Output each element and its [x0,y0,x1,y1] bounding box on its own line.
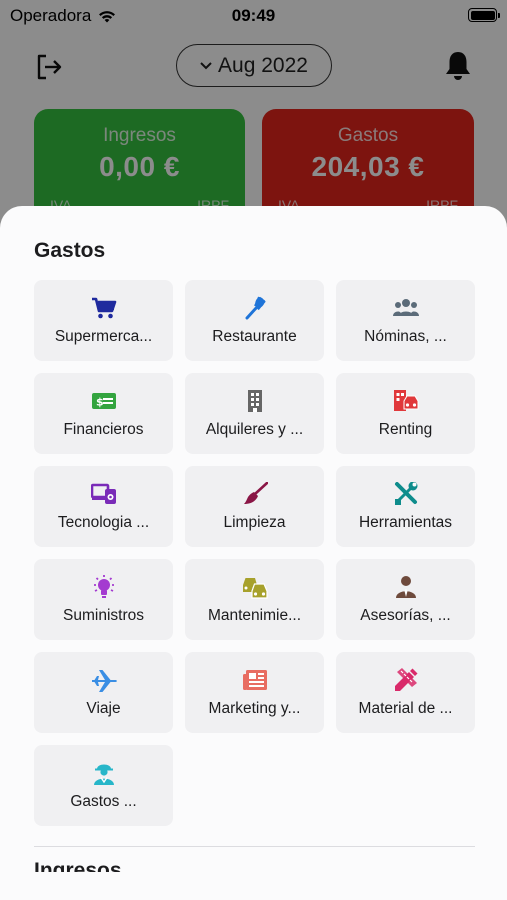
building-icon [242,389,268,413]
worker-icon [91,761,117,785]
category-label: Suministros [63,606,144,624]
lightbulb-icon [91,574,117,599]
category-tile[interactable]: Restaurante [185,280,324,361]
category-label: Renting [378,420,433,438]
category-tile[interactable]: Asesorías, ... [336,559,475,640]
category-label: Material de ... [358,699,453,717]
devices-icon [90,482,117,506]
category-tile[interactable]: Renting [336,373,475,454]
category-bottom-sheet: Gastos Supermerca... Restaurante Nóminas, … [0,206,507,900]
section-divider [34,846,475,847]
category-grid: Supermerca... Restaurante Nóminas, ... $ Fin… [34,280,475,826]
advisor-icon [393,575,419,599]
category-tile[interactable]: Viaje [34,652,173,733]
category-tile[interactable]: Mantenimie... [185,559,324,640]
category-tile[interactable]: Nóminas, ... [336,280,475,361]
category-label: Limpieza [223,513,286,531]
newspaper-icon [242,668,268,692]
category-tile[interactable]: Alquileres y ... [185,373,324,454]
sheet-title: Gastos [34,239,106,262]
category-label: Tecnologia ... [57,513,150,531]
next-section-title: Ingresos [34,859,122,872]
fork-icon [242,296,268,320]
cars-icon [242,575,268,599]
svg-text:$: $ [96,395,104,408]
category-tile[interactable]: Supermerca... [34,280,173,361]
category-tile[interactable]: $ Financieros [34,373,173,454]
car-building-icon [393,389,419,413]
cart-icon [91,296,117,320]
category-label: Asesorías, ... [360,606,451,624]
tools-icon [393,481,419,506]
category-tile[interactable]: Suministros [34,559,173,640]
category-label: Restaurante [212,327,297,345]
category-label: Nóminas, ... [364,327,447,345]
category-label: Viaje [86,699,121,717]
category-tile[interactable]: Marketing y... [185,652,324,733]
broom-icon [242,481,268,506]
category-tile[interactable]: Material de ... [336,652,475,733]
pencil-ruler-icon [393,667,419,692]
airplane-icon [91,668,117,692]
people-icon [392,296,419,320]
category-label: Financieros [63,420,144,438]
category-label: Gastos ... [70,792,137,810]
category-tile[interactable]: Gastos ... [34,745,173,826]
category-tile[interactable]: Limpieza [185,466,324,547]
category-label: Marketing y... [208,699,301,717]
money-icon: $ [91,389,117,413]
category-label: Mantenimie... [207,606,302,624]
category-label: Supermerca... [54,327,153,345]
category-tile[interactable]: Tecnologia ... [34,466,173,547]
category-label: Herramientas [358,513,453,531]
category-label: Alquileres y ... [205,420,304,438]
category-tile[interactable]: Herramientas [336,466,475,547]
